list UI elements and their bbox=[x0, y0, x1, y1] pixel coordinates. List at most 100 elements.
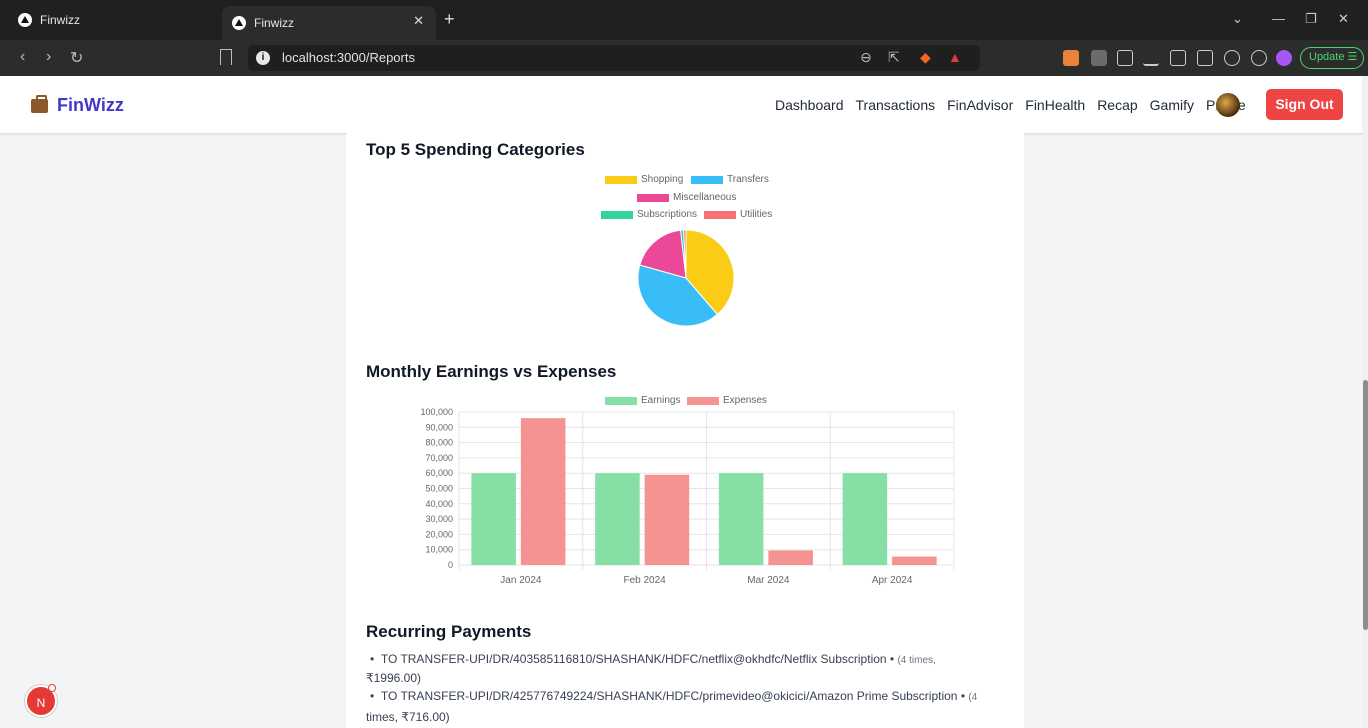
legend-label: Utilities bbox=[740, 209, 773, 220]
dev-indicator-dot bbox=[48, 684, 56, 692]
url-text: localhost:3000/Reports bbox=[282, 50, 415, 65]
nav-finhealth[interactable]: FinHealth bbox=[1025, 97, 1085, 113]
legend-swatch bbox=[704, 210, 736, 219]
pie-chart bbox=[637, 229, 735, 327]
bar-earnings-apr-2024[interactable] bbox=[842, 473, 888, 565]
y-tick-label: 0 bbox=[448, 560, 453, 570]
address-bar[interactable]: i localhost:3000/Reports ⊖ ⇱ ◆ ▲ bbox=[248, 45, 980, 71]
list-item: • TO TRANSFER-UPI/DR/425776749224/SHASHA… bbox=[370, 689, 1010, 703]
bar-expenses-mar-2024[interactable] bbox=[768, 550, 813, 565]
browser-tab-active[interactable]: Finwizz ✕ bbox=[222, 6, 436, 40]
y-tick-label: 60,000 bbox=[425, 468, 453, 478]
sidebar-icon[interactable] bbox=[1170, 50, 1186, 66]
brave-shields-icon[interactable]: ◆ bbox=[920, 49, 931, 66]
brand[interactable]: FinWizz bbox=[31, 94, 124, 116]
nav-finadvisor[interactable]: FinAdvisor bbox=[947, 97, 1013, 113]
reload-icon[interactable]: ↻ bbox=[70, 48, 83, 68]
back-icon[interactable]: ‹ bbox=[20, 48, 25, 66]
list-item: • TO TRANSFER-UPI/DR/403585116810/SHASHA… bbox=[370, 652, 1010, 666]
brand-name: FinWizz bbox=[57, 95, 124, 115]
legend-item-utilities[interactable]: Utilities bbox=[704, 209, 772, 220]
browser-tabstrip: Finwizz Finwizz ✕ + ⌄ — ❐ ✕ bbox=[0, 0, 1368, 40]
payment-description: TO TRANSFER-UPI/DR/403585116810/SHASHANK… bbox=[380, 652, 887, 666]
close-tab-icon[interactable]: ✕ bbox=[413, 13, 424, 29]
legend-swatch bbox=[691, 175, 723, 184]
x-tick-label: Apr 2024 bbox=[872, 575, 913, 586]
avatar[interactable] bbox=[1216, 93, 1240, 117]
site-info-icon[interactable]: i bbox=[256, 51, 270, 65]
bullet: • bbox=[886, 652, 898, 666]
browser-tab[interactable]: Finwizz bbox=[8, 6, 218, 34]
y-tick-label: 10,000 bbox=[425, 545, 453, 555]
restore-icon[interactable]: ❐ bbox=[1305, 11, 1317, 27]
y-tick-label: 70,000 bbox=[425, 453, 453, 463]
minimize-icon[interactable]: — bbox=[1272, 11, 1285, 26]
forward-icon[interactable]: › bbox=[46, 48, 51, 66]
extensions-icon[interactable] bbox=[1117, 50, 1133, 66]
legend-label: Transfers bbox=[727, 174, 769, 185]
brave-rewards-icon[interactable]: ▲ bbox=[948, 49, 962, 65]
browser-toolbar: ‹ › ↻ i localhost:3000/Reports ⊖ ⇱ ◆ ▲ U… bbox=[0, 40, 1368, 76]
finwizz-favicon-icon bbox=[232, 16, 246, 30]
legend-label: Shopping bbox=[641, 174, 684, 185]
legend-item-shopping[interactable]: Shopping bbox=[605, 174, 683, 185]
legend-swatch bbox=[605, 396, 637, 405]
close-window-icon[interactable]: ✕ bbox=[1338, 11, 1349, 27]
zoom-icon[interactable]: ⊖ bbox=[860, 49, 872, 66]
y-tick-label: 80,000 bbox=[425, 438, 453, 448]
nav-dashboard[interactable]: Dashboard bbox=[775, 97, 844, 113]
nav-transactions[interactable]: Transactions bbox=[856, 97, 936, 113]
pie-section-title: Top 5 Spending Categories bbox=[366, 140, 585, 159]
bar-expenses-feb-2024[interactable] bbox=[644, 474, 690, 565]
wallet-icon[interactable] bbox=[1197, 50, 1213, 66]
x-tick-label: Mar 2024 bbox=[747, 575, 790, 586]
download-icon[interactable] bbox=[1143, 50, 1159, 66]
bar-earnings-jan-2024[interactable] bbox=[471, 473, 516, 565]
leo-ai-icon[interactable] bbox=[1224, 50, 1240, 66]
payment-meta: (4 bbox=[968, 692, 978, 703]
share-icon[interactable]: ⇱ bbox=[888, 49, 900, 66]
payment-meta-continued: ₹1996.00) bbox=[366, 671, 422, 685]
briefcase-icon bbox=[31, 94, 48, 113]
legend-swatch bbox=[605, 175, 637, 184]
y-tick-label: 20,000 bbox=[425, 529, 453, 539]
legend-swatch bbox=[601, 210, 633, 219]
bullet: • bbox=[370, 652, 381, 666]
bar-section-title: Monthly Earnings vs Expenses bbox=[366, 362, 617, 381]
nav-links: Dashboard Transactions FinAdvisor FinHea… bbox=[775, 97, 1258, 113]
new-tab-icon[interactable]: + bbox=[444, 9, 455, 30]
bar-expenses-apr-2024[interactable] bbox=[892, 556, 937, 565]
bar-earnings-feb-2024[interactable] bbox=[595, 473, 640, 565]
bookmark-icon[interactable] bbox=[220, 49, 232, 65]
tab-title: Finwizz bbox=[40, 13, 81, 27]
legend-label: Miscellaneous bbox=[673, 192, 737, 203]
nav-gamify[interactable]: Gamify bbox=[1150, 97, 1194, 113]
recurring-section-title: Recurring Payments bbox=[366, 622, 532, 641]
legend-label: Subscriptions bbox=[637, 209, 698, 220]
payment-meta-continued: times, ₹716.00) bbox=[366, 710, 450, 724]
update-button[interactable]: Update ☰ bbox=[1300, 47, 1364, 69]
m-extension-icon[interactable] bbox=[1091, 50, 1107, 66]
bar-chart: 100,000 90,000 80,000 70,000 60,000 50,000 40,… bbox=[420, 407, 955, 586]
tab-search-chevron-icon[interactable]: ⌄ bbox=[1232, 11, 1243, 27]
scrollbar-thumb[interactable] bbox=[1363, 380, 1368, 630]
nav-recap[interactable]: Recap bbox=[1097, 97, 1137, 113]
y-tick-label: 50,000 bbox=[425, 484, 453, 494]
y-tick-label: 90,000 bbox=[425, 422, 453, 432]
legend-swatch bbox=[687, 396, 719, 405]
finwizz-favicon-icon bbox=[18, 13, 32, 27]
bar-expenses-jan-2024[interactable] bbox=[520, 418, 566, 565]
payment-meta: (4 times, bbox=[897, 655, 936, 666]
update-label: Update bbox=[1309, 51, 1345, 63]
vpn-icon[interactable] bbox=[1251, 50, 1267, 66]
metamask-extension-icon[interactable] bbox=[1063, 50, 1079, 66]
bullet: • bbox=[370, 689, 381, 703]
tab-title: Finwizz bbox=[254, 16, 295, 30]
legend-item-miscellaneous[interactable]: Miscellaneous bbox=[637, 192, 736, 203]
y-tick-label: 100,000 bbox=[420, 407, 453, 417]
sign-out-button[interactable]: Sign Out bbox=[1266, 89, 1343, 120]
bar-earnings-mar-2024[interactable] bbox=[718, 473, 764, 565]
profile-extension-icon[interactable] bbox=[1276, 50, 1292, 66]
legend-item-subscriptions[interactable]: Subscriptions bbox=[601, 209, 697, 220]
legend-item-transfers[interactable]: Transfers bbox=[691, 174, 769, 185]
